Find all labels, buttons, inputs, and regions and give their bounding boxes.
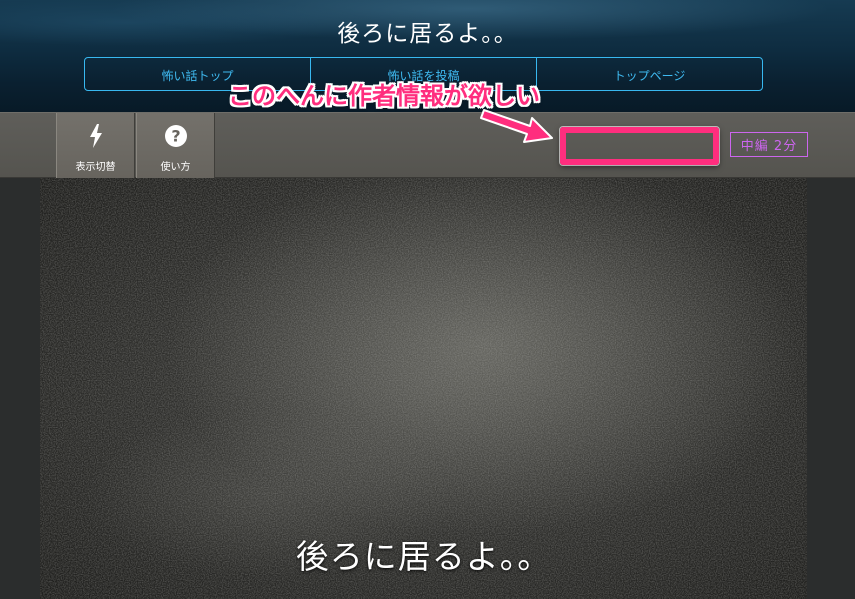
site-title: 後ろに居るよ。。: [337, 21, 518, 47]
display-switch-button[interactable]: 表示切替: [56, 113, 135, 178]
author-info-placeholder-box: [560, 127, 719, 165]
story-length-badge: 中編 2分: [730, 132, 808, 157]
usage-label: 使い方: [160, 162, 191, 173]
story-title: 後ろに居るよ。。: [295, 537, 552, 576]
question-circle-icon: ?: [137, 123, 214, 149]
lightning-icon: [57, 123, 134, 149]
story-hero: 後ろに居るよ。。: [40, 178, 807, 599]
nav-top-page[interactable]: トップページ: [537, 58, 762, 90]
annotation-note: このへんに作者情報が欲しい: [228, 82, 540, 110]
toolbar: 表示切替 ? 使い方 中編 2分: [0, 112, 855, 178]
svg-text:?: ?: [171, 127, 180, 146]
display-switch-label: 表示切替: [75, 162, 116, 173]
usage-button[interactable]: ? 使い方: [136, 113, 215, 178]
